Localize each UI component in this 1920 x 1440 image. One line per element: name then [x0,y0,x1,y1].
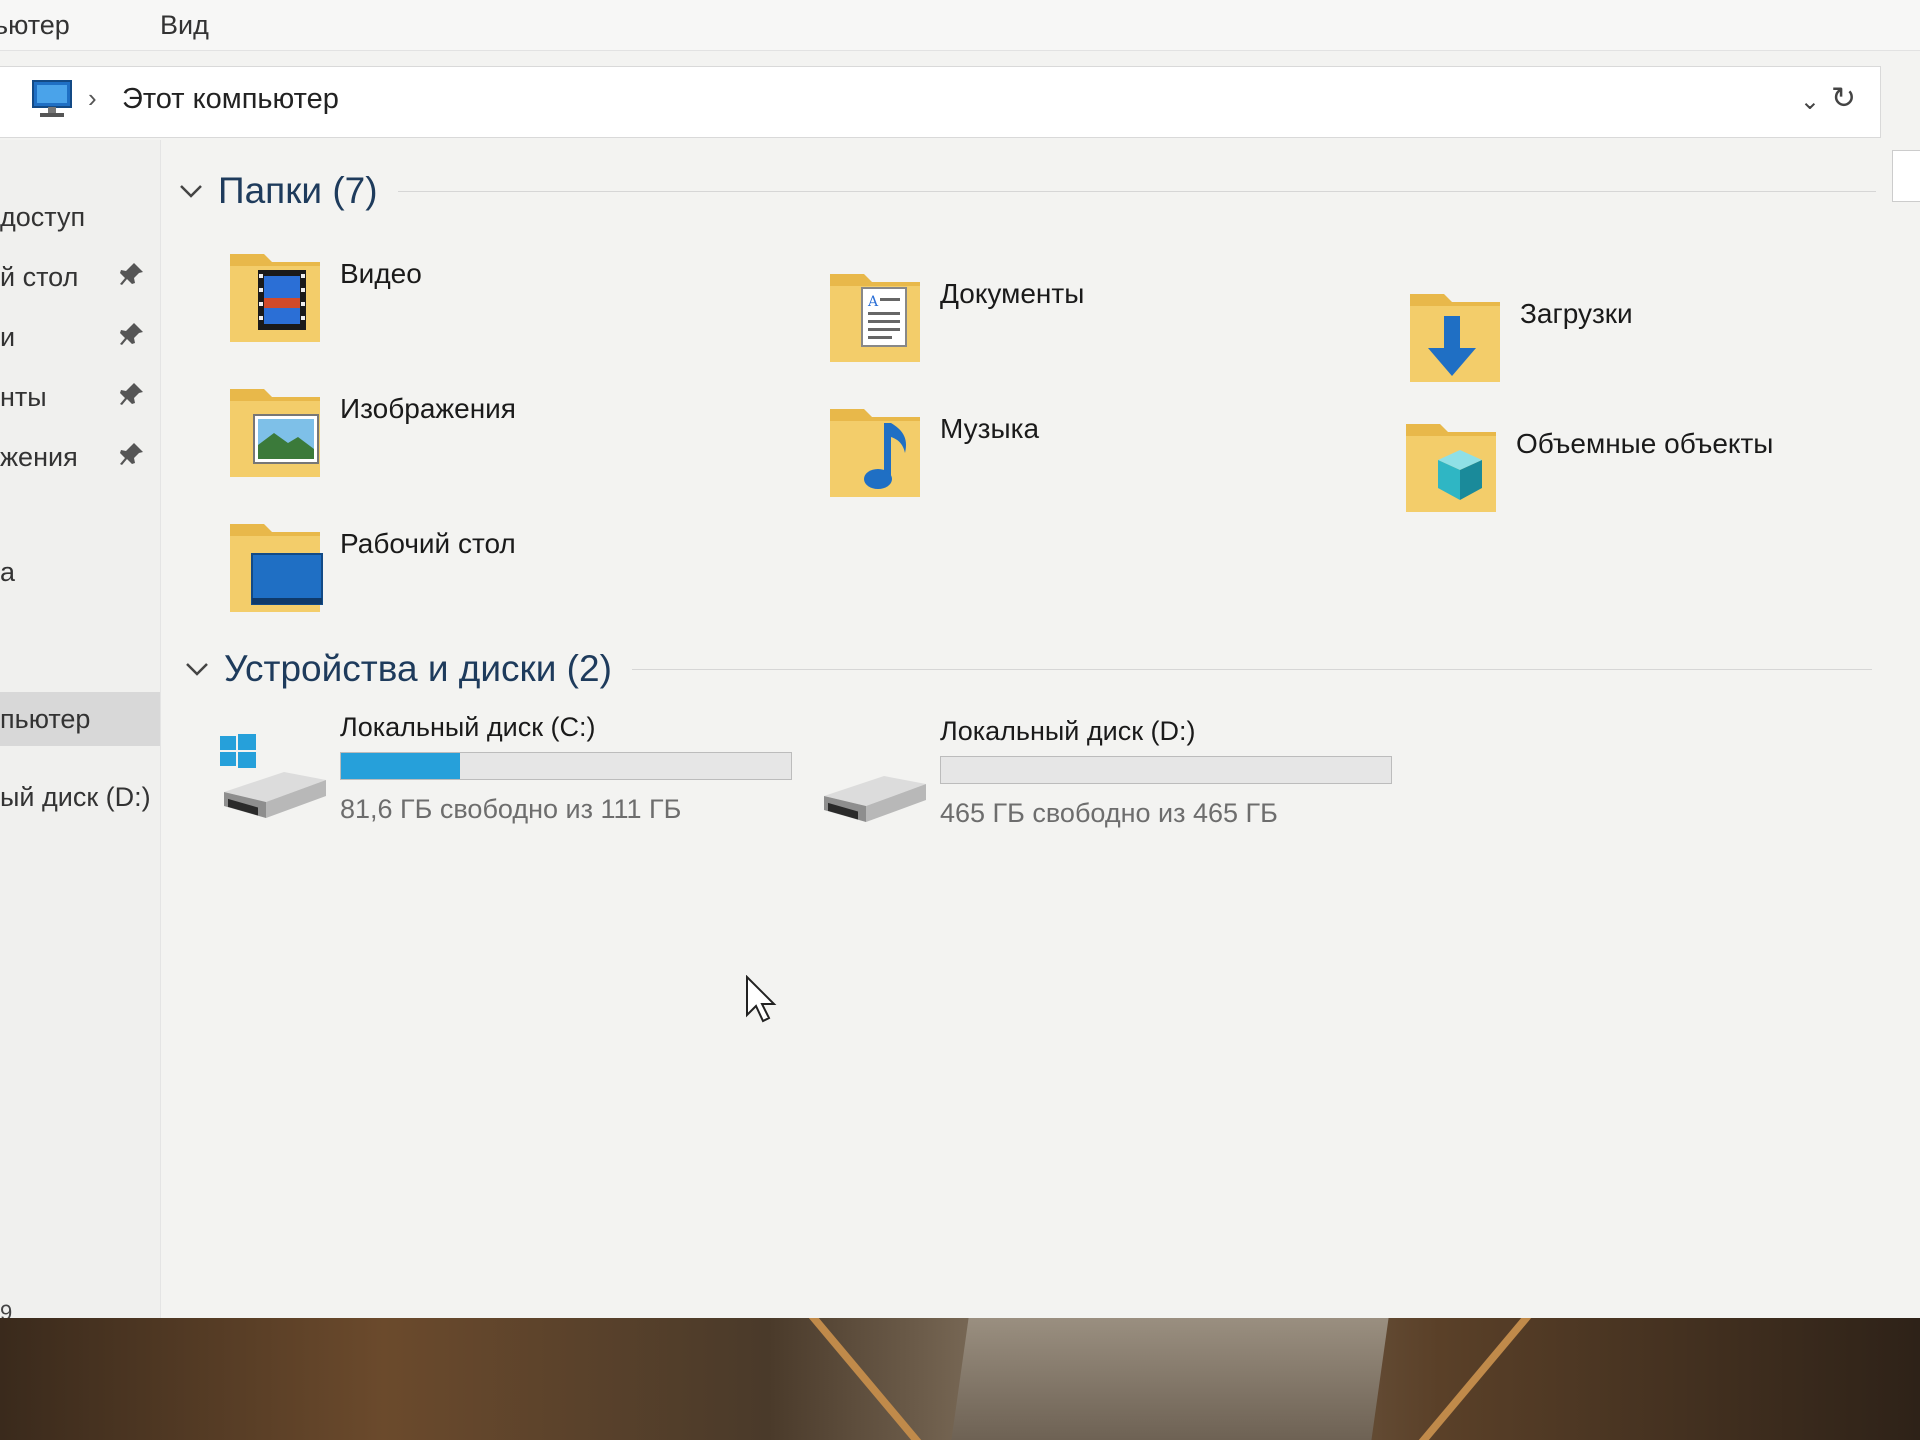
group-divider [631,668,1872,670]
pin-icon [120,443,143,465]
folders-group-title: Папки (7) [218,170,378,211]
drive-label: Локальный диск (D:) [940,716,1196,746]
folder-label: Рабочий стол [340,528,516,559]
desktop-folder-icon [230,524,323,612]
folder-tile-3d-objects[interactable]: Объемные объекты [1398,410,1920,520]
folder-tile-documents[interactable]: A Документы [822,260,1382,370]
documents-folder-icon: A [830,274,920,362]
nav-item-label: ый диск (D:) [0,782,151,812]
drive-usage-fill [341,753,461,779]
pin-icon [120,383,143,405]
folder-tile-video[interactable]: Видео [222,240,782,350]
nav-item-this-pc[interactable]: пьютер [0,692,160,746]
nav-item-label: й стол [0,262,79,292]
pin-icon [120,263,143,285]
breadcrumb-separator: › [88,83,97,113]
pictures-folder-icon [230,389,320,477]
computer-icon [32,80,72,117]
nav-item-partial[interactable]: а [0,545,160,599]
mouse-pointer-icon [746,975,777,1023]
folder-tile-pictures[interactable]: Изображения [222,375,782,485]
video-folder-icon [230,254,320,342]
svg-text:A: A [867,294,879,310]
folder-label: Объемные объекты [1516,428,1774,459]
refresh-icon[interactable]: ↻ [1831,81,1856,116]
content-pane: Папки (7) Видео A Документы Загрузки Изо… [162,140,1920,1318]
nav-item-downloads[interactable]: и [0,310,160,364]
wallpaper-rail [808,1318,922,1440]
windows-system-drive-icon [220,734,326,818]
nav-item-documents[interactable]: нты [0,370,160,424]
nav-item-desktop[interactable]: й стол [0,250,160,304]
folder-label: Музыка [940,413,1040,444]
downloads-folder-icon [1410,294,1500,382]
pin-icon [120,323,143,345]
desktop-wallpaper [0,1318,1920,1440]
drive-usage-bar [940,756,1392,784]
drive-free-space: 465 ГБ свободно из 465 ГБ [940,798,1278,828]
hard-drive-icon [824,776,926,822]
nav-item-label: а [0,557,16,587]
group-divider [397,190,1876,192]
nav-item-label: пьютер [0,704,91,734]
chevron-down-icon[interactable] [182,654,212,684]
menu-bar: ьютер Вид [0,0,1920,51]
navigation-pane: доступ й стол и нты жения а пьютер ый ди… [0,140,161,1318]
wallpaper-rail [1418,1318,1532,1440]
chevron-down-icon[interactable] [176,176,206,206]
nav-item-local-disk-d[interactable]: ый диск (D:) [0,770,160,824]
drive-tile-c[interactable]: Локальный диск (C:) 81,6 ГБ свободно из … [218,712,838,832]
status-bar-fragment: 9 [0,1300,13,1318]
devices-group-title: Устройства и диски (2) [224,648,612,689]
folder-label: Видео [340,258,422,289]
drive-tile-d[interactable]: Локальный диск (D:) 465 ГБ свободно из 4… [818,716,1438,836]
address-history-chevron-icon[interactable]: ⌄ [1800,87,1820,116]
folder-label: Загрузки [1520,298,1633,329]
nav-item-label: доступ [0,202,86,232]
drive-free-space: 81,6 ГБ свободно из 111 ГБ [340,794,682,824]
nav-item-pictures[interactable]: жения [0,430,160,484]
menu-view[interactable]: Вид [160,10,209,41]
music-folder-icon [830,409,920,497]
folders-group-header[interactable]: Папки (7) [176,170,1876,212]
nav-item-label: нты [0,382,47,412]
folder-label: Документы [940,278,1085,309]
folder-tile-downloads[interactable]: Загрузки [1402,280,1920,390]
3d-objects-folder-icon [1406,424,1496,512]
wallpaper-path [951,1318,1389,1440]
folder-tile-desktop[interactable]: Рабочий стол [222,510,782,620]
nav-item-quick-access[interactable]: доступ [0,190,160,244]
drive-label: Локальный диск (C:) [340,712,596,742]
drive-usage-bar [340,752,792,780]
folder-label: Изображения [340,393,516,424]
address-bar[interactable]: › Этот компьютер ⌄ ↻ [0,66,1881,138]
menu-computer[interactable]: ьютер [0,10,70,41]
folder-tile-music[interactable]: Музыка [822,395,1382,505]
file-explorer-window: ьютер Вид › Этот компьютер ⌄ ↻ доступ й … [0,0,1920,1318]
nav-item-label: жения [0,442,78,472]
nav-item-label: и [0,322,16,352]
breadcrumb-this-pc[interactable]: Этот компьютер [122,83,339,116]
devices-group-header[interactable]: Устройства и диски (2) [182,648,1872,690]
